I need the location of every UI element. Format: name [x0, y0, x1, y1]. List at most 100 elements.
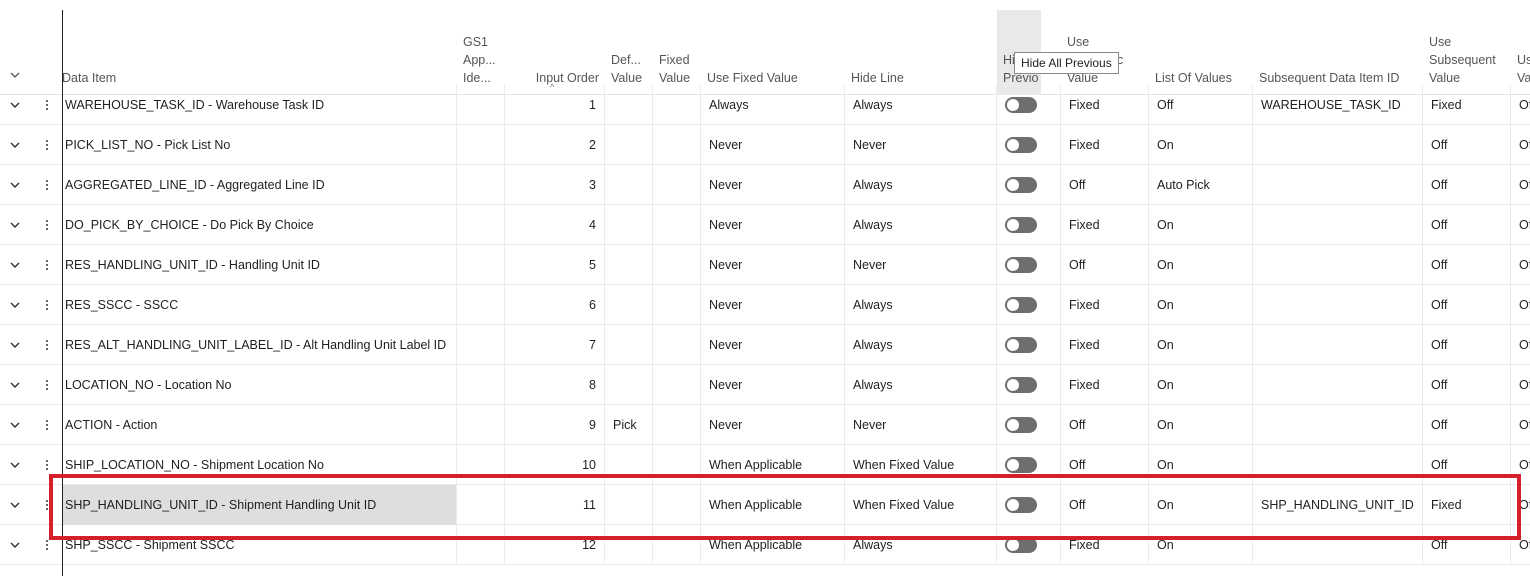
cell-hide-line[interactable]: Never [845, 405, 997, 445]
cell-last[interactable]: Of [1511, 445, 1530, 485]
cell-order[interactable]: 4 [505, 205, 605, 245]
cell-use-fixed[interactable]: Never [701, 365, 845, 405]
cell-lov[interactable]: On [1149, 485, 1253, 525]
cell-subsequent[interactable] [1253, 285, 1423, 325]
cell-data-item[interactable]: RES_SSCC - SSCC [62, 285, 457, 325]
cell-last[interactable]: Of [1511, 485, 1530, 525]
cell-gs1[interactable] [457, 445, 505, 485]
cell-use-sub[interactable]: Off [1423, 285, 1511, 325]
cell-use-sub[interactable]: Off [1423, 165, 1511, 205]
cell-subsequent[interactable] [1253, 205, 1423, 245]
cell-hide-line[interactable]: Always [845, 165, 997, 205]
cell-data-item[interactable]: SHIP_LOCATION_NO - Shipment Location No [62, 445, 457, 485]
more-options-icon[interactable] [44, 138, 50, 152]
cell-use-sub[interactable]: Fixed [1423, 485, 1511, 525]
cell-fixedval[interactable] [653, 325, 701, 365]
cell-use-fixed2[interactable]: Fixed [1061, 125, 1149, 165]
hide-previous-toggle[interactable] [1005, 137, 1037, 153]
cell-toggle[interactable] [997, 405, 1061, 445]
cell-use-fixed[interactable]: When Applicable [701, 445, 845, 485]
cell-gs1[interactable] [457, 525, 505, 565]
cell-order[interactable]: 8 [505, 365, 605, 405]
cell-toggle[interactable] [997, 205, 1061, 245]
cell-order[interactable]: 12 [505, 525, 605, 565]
cell-data-item[interactable]: RES_ALT_HANDLING_UNIT_LABEL_ID - Alt Han… [62, 325, 457, 365]
cell-gs1[interactable] [457, 325, 505, 365]
header-default-value[interactable]: Def... Value [605, 0, 653, 95]
hide-previous-toggle[interactable] [1005, 497, 1037, 513]
cell-def[interactable] [605, 165, 653, 205]
chevron-down-icon[interactable] [8, 378, 22, 392]
cell-data-item[interactable]: AGGREGATED_LINE_ID - Aggregated Line ID [62, 165, 457, 205]
cell-use-fixed[interactable]: Always [701, 85, 845, 125]
cell-use-fixed[interactable]: Never [701, 125, 845, 165]
chevron-down-icon[interactable] [8, 338, 22, 352]
cell-use-sub[interactable]: Off [1423, 365, 1511, 405]
cell-use-fixed[interactable]: When Applicable [701, 485, 845, 525]
hide-previous-toggle[interactable] [1005, 177, 1037, 193]
cell-gs1[interactable] [457, 285, 505, 325]
chevron-down-icon[interactable] [8, 258, 22, 272]
cell-lov[interactable]: On [1149, 125, 1253, 165]
more-options-icon[interactable] [44, 498, 50, 512]
cell-last[interactable]: Of [1511, 205, 1530, 245]
cell-toggle[interactable] [997, 485, 1061, 525]
cell-last[interactable]: Of [1511, 525, 1530, 565]
cell-data-item[interactable]: DO_PICK_BY_CHOICE - Do Pick By Choice [62, 205, 457, 245]
cell-lov[interactable]: Off [1149, 85, 1253, 125]
cell-use-fixed[interactable]: Never [701, 205, 845, 245]
cell-data-item[interactable]: PICK_LIST_NO - Pick List No [62, 125, 457, 165]
chevron-down-icon[interactable] [8, 418, 22, 432]
cell-last[interactable]: Of [1511, 285, 1530, 325]
cell-hide-line[interactable]: Always [845, 325, 997, 365]
cell-data-item[interactable]: LOCATION_NO - Location No [62, 365, 457, 405]
cell-data-item[interactable]: WAREHOUSE_TASK_ID - Warehouse Task ID [62, 85, 457, 125]
cell-fixedval[interactable] [653, 165, 701, 205]
cell-gs1[interactable] [457, 405, 505, 445]
header-hide-line[interactable]: Hide Line [845, 0, 997, 95]
cell-use-fixed2[interactable]: Off [1061, 165, 1149, 205]
cell-use-fixed2[interactable]: Off [1061, 445, 1149, 485]
table-row[interactable]: AGGREGATED_LINE_ID - Aggregated Line ID 3… [0, 165, 1530, 205]
cell-toggle[interactable] [997, 325, 1061, 365]
header-use-fixed-value[interactable]: Use Fixed Value [701, 0, 845, 95]
hide-previous-toggle[interactable] [1005, 457, 1037, 473]
cell-fixedval[interactable] [653, 85, 701, 125]
cell-subsequent[interactable] [1253, 525, 1423, 565]
cell-fixedval[interactable] [653, 405, 701, 445]
cell-def[interactable] [605, 485, 653, 525]
cell-hide-line[interactable]: Always [845, 525, 997, 565]
cell-gs1[interactable] [457, 125, 505, 165]
table-row[interactable]: ACTION - Action9PickNeverNeverOffOnOffOf [0, 405, 1530, 445]
cell-hide-line[interactable]: Never [845, 245, 997, 285]
hide-previous-toggle[interactable] [1005, 337, 1037, 353]
hide-previous-toggle[interactable] [1005, 377, 1037, 393]
chevron-down-icon[interactable] [8, 98, 22, 112]
cell-order[interactable]: 2 [505, 125, 605, 165]
cell-use-sub[interactable]: Off [1423, 205, 1511, 245]
cell-def[interactable] [605, 125, 653, 165]
cell-gs1[interactable] [457, 365, 505, 405]
cell-order[interactable]: 5 [505, 245, 605, 285]
more-options-icon[interactable] [44, 98, 50, 112]
cell-lov[interactable]: On [1149, 325, 1253, 365]
more-options-icon[interactable] [44, 418, 50, 432]
cell-hide-line[interactable]: Always [845, 365, 997, 405]
cell-use-fixed[interactable]: Never [701, 325, 845, 365]
cell-subsequent[interactable]: WAREHOUSE_TASK_ID [1253, 85, 1423, 125]
cell-order[interactable]: 7 [505, 325, 605, 365]
cell-toggle[interactable] [997, 245, 1061, 285]
cell-lov[interactable]: On [1149, 365, 1253, 405]
cell-use-fixed[interactable]: When Applicable [701, 525, 845, 565]
cell-last[interactable]: Of [1511, 85, 1530, 125]
cell-use-sub[interactable]: Off [1423, 405, 1511, 445]
cell-def[interactable] [605, 525, 653, 565]
cell-last[interactable]: Of [1511, 245, 1530, 285]
cell-toggle[interactable] [997, 445, 1061, 485]
more-options-icon[interactable] [44, 218, 50, 232]
cell-subsequent[interactable] [1253, 245, 1423, 285]
cell-toggle[interactable] [997, 85, 1061, 125]
table-row[interactable]: PICK_LIST_NO - Pick List No 2 Never Never Fi… [0, 125, 1530, 165]
cell-data-item[interactable]: SHP_HANDLING_UNIT_ID - Shipment Handling… [62, 485, 457, 525]
cell-subsequent[interactable] [1253, 405, 1423, 445]
